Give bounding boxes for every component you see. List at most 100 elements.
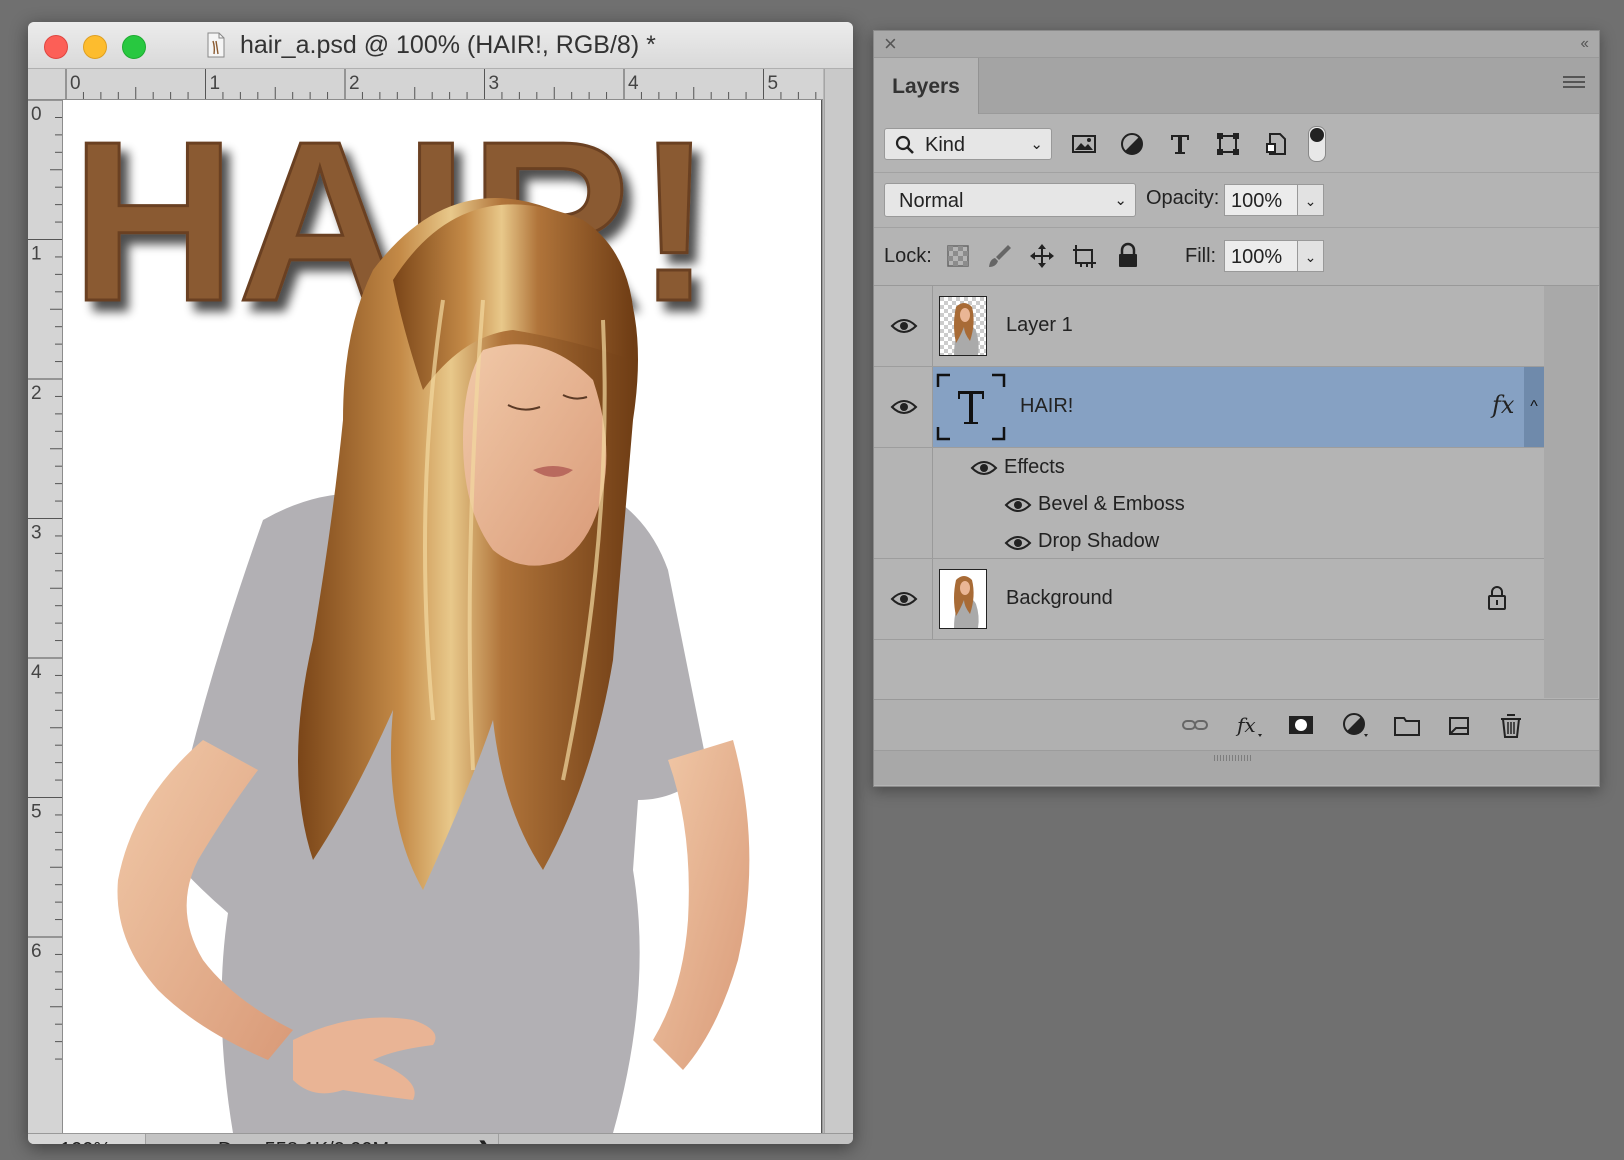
- filter-kind-label: Kind: [925, 134, 966, 156]
- link-icon[interactable]: [1180, 710, 1210, 740]
- canvas-artwork: HAIR!: [70, 100, 750, 1133]
- minimize-window-button[interactable]: [83, 35, 107, 59]
- ruler-label: 6: [31, 941, 42, 962]
- layer-thumbnail: [939, 569, 987, 629]
- ruler-label: 0: [31, 104, 42, 125]
- lock-transparent-icon[interactable]: [944, 242, 972, 270]
- lock-fill-row: Lock: Fill: 100% ⌄: [874, 228, 1599, 286]
- blend-mode-value: Normal: [899, 190, 964, 212]
- search-icon: [895, 135, 914, 154]
- shape-filter-icon[interactable]: [1214, 130, 1242, 158]
- collapse-panel-icon[interactable]: ‹‹: [1580, 31, 1589, 57]
- ruler-label: 2: [349, 73, 360, 94]
- adjustment-filter-icon[interactable]: [1118, 130, 1146, 158]
- svg-text:fx: fx: [1235, 713, 1256, 737]
- tab-layers[interactable]: Layers: [874, 58, 979, 114]
- ruler-label: 3: [31, 523, 42, 544]
- ruler-label: 5: [768, 73, 779, 94]
- opacity-field[interactable]: 100%: [1224, 184, 1298, 216]
- status-separator: [498, 1134, 499, 1144]
- panel-menu-icon[interactable]: [1563, 76, 1585, 92]
- layer-row-layer-1[interactable]: Layer 1: [874, 286, 1544, 367]
- lock-artboard-icon[interactable]: [1070, 242, 1098, 270]
- vertical-ruler[interactable]: 0 1 2 3 4 5 6: [28, 100, 63, 1133]
- zoom-window-button[interactable]: [122, 35, 146, 59]
- visibility-column: [874, 448, 933, 558]
- filter-toggle-knob: [1310, 128, 1324, 142]
- layer-row-hair-text[interactable]: HAIR! fx ^: [874, 367, 1544, 448]
- document-titlebar[interactable]: hair_a.psd @ 100% (HAIR!, RGB/8) *: [28, 22, 853, 69]
- collapse-effects-icon[interactable]: ^: [1524, 367, 1544, 447]
- horizontal-ruler[interactable]: 0 1 2 3 4 5: [28, 69, 823, 100]
- panel-header[interactable]: × ‹‹: [874, 31, 1599, 58]
- vertical-scrollbar[interactable]: [824, 69, 853, 1133]
- fill-field[interactable]: 100%: [1224, 240, 1298, 272]
- panel-resize-grip[interactable]: [874, 750, 1599, 785]
- ruler-label: 4: [628, 73, 639, 94]
- layer-row-background[interactable]: Background: [874, 559, 1544, 640]
- blend-mode-select[interactable]: Normal ⌄: [884, 183, 1136, 217]
- layer-name[interactable]: Background: [1006, 587, 1113, 610]
- document-window: hair_a.psd @ 100% (HAIR!, RGB/8) * 0 1 2 3 4…: [28, 22, 853, 1144]
- close-window-button[interactable]: [44, 35, 68, 59]
- trash-icon[interactable]: [1496, 710, 1526, 740]
- canvas[interactable]: HAIR!: [63, 100, 822, 1133]
- mask-icon[interactable]: [1286, 710, 1316, 740]
- eye-icon[interactable]: [1004, 496, 1032, 514]
- effect-bevel-emboss[interactable]: Bevel & Emboss: [1038, 493, 1185, 516]
- layer-name[interactable]: HAIR!: [1020, 395, 1073, 418]
- close-panel-icon[interactable]: ×: [884, 31, 897, 57]
- filter-toggle-switch[interactable]: [1308, 126, 1326, 162]
- eye-icon[interactable]: [890, 317, 918, 335]
- document-size-info[interactable]: Doc: 558.1K/2.00M: [218, 1134, 389, 1144]
- opacity-dropdown-button[interactable]: ⌄: [1298, 184, 1324, 216]
- ruler-label: 1: [31, 244, 42, 265]
- eye-icon[interactable]: [890, 398, 918, 416]
- lock-position-icon[interactable]: [1028, 242, 1056, 270]
- effects-header[interactable]: Effects: [1004, 456, 1065, 479]
- blend-opacity-row: Normal ⌄ Opacity: 100% ⌄: [874, 173, 1599, 228]
- eye-icon[interactable]: [890, 590, 918, 608]
- adjustment-icon[interactable]: [1340, 710, 1370, 740]
- ruler-label: 4: [31, 662, 42, 683]
- opacity-label: Opacity:: [1146, 187, 1220, 209]
- ruler-label: 3: [489, 73, 500, 94]
- status-menu-arrow[interactable]: ❯: [476, 1134, 494, 1144]
- ruler-label: 2: [31, 383, 42, 404]
- eye-icon[interactable]: [970, 459, 998, 477]
- new-layer-icon[interactable]: [1444, 710, 1474, 740]
- layer-list: Layer 1 HAIR! fx ^ Effects Bevel & Embos…: [874, 286, 1544, 698]
- layer-thumbnail: [939, 296, 987, 356]
- ruler-label: 0: [70, 73, 81, 94]
- zoom-level-field[interactable]: 100%: [28, 1134, 146, 1144]
- lock-all-icon[interactable]: [1114, 242, 1142, 270]
- effect-drop-shadow[interactable]: Drop Shadow: [1038, 530, 1159, 553]
- fx-icon[interactable]: fx: [1234, 710, 1264, 740]
- lock-label: Lock:: [884, 245, 932, 267]
- lock-image-icon[interactable]: [986, 242, 1014, 270]
- fill-dropdown-button[interactable]: ⌄: [1298, 240, 1324, 272]
- type-filter-icon[interactable]: [1166, 130, 1194, 158]
- layers-bottom-toolbar: fx: [874, 699, 1599, 750]
- fill-label: Fill:: [1185, 245, 1217, 267]
- text-layer-thumbnail-icon: [936, 373, 1006, 441]
- folder-icon[interactable]: [1392, 710, 1422, 740]
- filter-kind-select[interactable]: Kind ⌄: [884, 128, 1052, 160]
- panel-tab-row: Layers: [874, 58, 1599, 114]
- grip-lines: [1214, 755, 1252, 761]
- document-title: hair_a.psd @ 100% (HAIR!, RGB/8) *: [240, 31, 656, 59]
- lock-icon[interactable]: [1486, 585, 1508, 611]
- fx-icon[interactable]: fx: [1492, 391, 1514, 419]
- canvas-area[interactable]: HAIR!: [63, 100, 823, 1133]
- smart-object-filter-icon[interactable]: [1262, 130, 1290, 158]
- chevron-down-icon: ⌄: [1030, 136, 1043, 153]
- eye-icon[interactable]: [1004, 534, 1032, 552]
- ruler-label: 5: [31, 802, 42, 823]
- horizontal-ruler-ticks: 0 1 2 3 4 5: [65, 69, 817, 99]
- vertical-ruler-ticks: 0 1 2 3 4 5 6: [28, 100, 62, 1060]
- layers-panel: × ‹‹ Layers Kind ⌄ Normal ⌄ Opacity: 100…: [873, 30, 1600, 787]
- layers-scrollbar[interactable]: [1544, 286, 1598, 698]
- effects-group: Effects Bevel & Emboss Drop Shadow: [874, 448, 1544, 559]
- layer-name[interactable]: Layer 1: [1006, 314, 1073, 337]
- image-filter-icon[interactable]: [1070, 130, 1098, 158]
